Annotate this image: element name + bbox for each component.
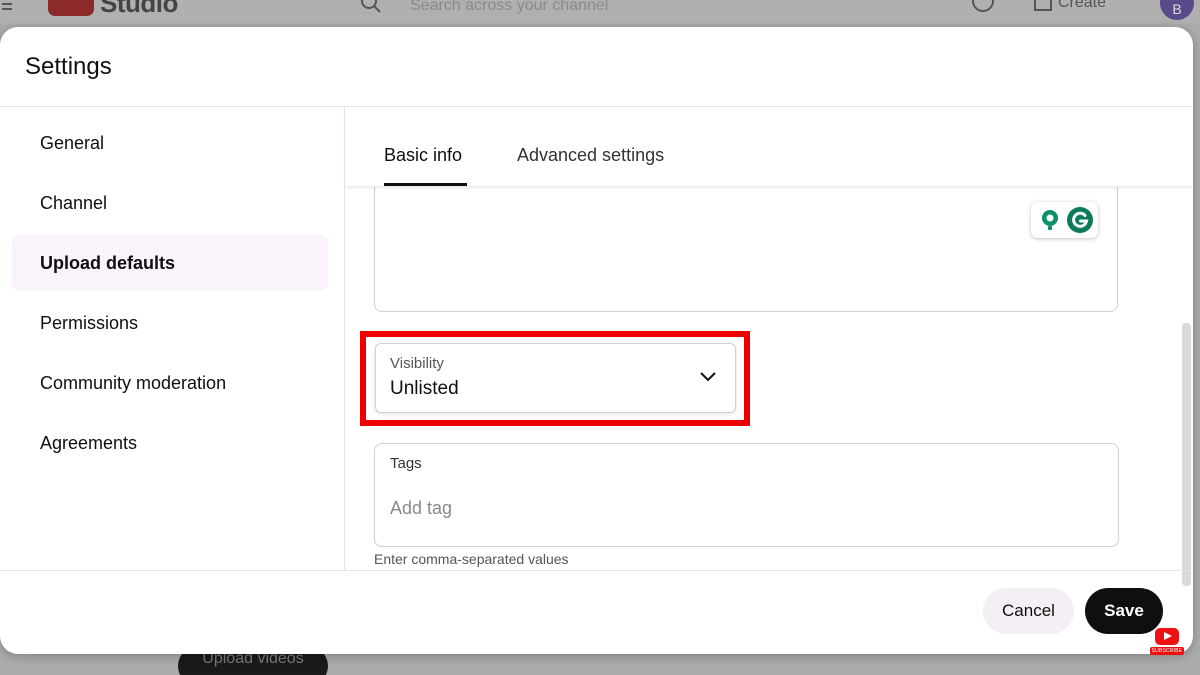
tab-basic-info[interactable]: Basic info [384,145,462,166]
tab-bar: Basic info Advanced settings [345,107,1193,187]
create-video-icon [1034,0,1052,11]
sidebar-item-label: Agreements [40,433,138,453]
visibility-label: Visibility [390,355,444,372]
settings-sidebar: General Channel Upload defaults Permissi… [0,107,345,570]
sidebar-item-label: Community moderation [40,373,227,393]
dialog-header: Settings [0,27,1193,107]
dialog-title: Settings [25,53,112,80]
create-button[interactable]: Create [1034,0,1106,12]
grammarly-icon[interactable] [1066,206,1094,234]
sidebar-item-channel[interactable]: Channel [12,175,328,231]
search-icon[interactable] [360,0,382,14]
background-top-bar: Studio Search across your channel Create… [0,0,1200,24]
tags-hint: Enter comma-separated values [374,551,569,567]
visibility-value: Unlisted [390,378,459,399]
sidebar-item-label: Upload defaults [40,253,176,273]
tags-input[interactable] [390,494,1090,522]
tags-label: Tags [390,455,422,472]
sidebar-item-general[interactable]: General [12,115,328,171]
scrollbar[interactable] [1182,323,1191,586]
help-icon[interactable] [972,0,994,12]
search-input[interactable]: Search across your channel [410,0,608,15]
cancel-button[interactable]: Cancel [983,588,1074,634]
sidebar-item-permissions[interactable]: Permissions [12,295,328,351]
create-button-label: Create [1058,0,1107,11]
sidebar-item-agreements[interactable]: Agreements [12,415,328,471]
lightbulb-icon[interactable] [1039,209,1061,231]
tab-advanced-settings[interactable]: Advanced settings [517,145,664,166]
tags-field: Tags [374,443,1119,547]
youtube-logo-icon [48,0,94,16]
avatar[interactable]: B [1160,0,1194,20]
active-tab-indicator [384,183,467,186]
youtube-play-icon [1155,628,1179,645]
studio-logo[interactable]: Studio [48,0,178,18]
chevron-down-icon [700,372,716,382]
sidebar-item-label: Channel [40,193,108,213]
sidebar-item-upload-defaults[interactable]: Upload defaults [12,235,328,291]
visibility-dropdown[interactable]: Visibility Unlisted [375,343,736,413]
sidebar-item-label: General [40,133,105,153]
grammarly-widget[interactable] [1031,202,1098,238]
settings-dialog: Settings General Channel Upload defaults… [0,27,1193,654]
dialog-footer: Cancel Save [0,570,1193,654]
subscribe-watermark: SUBSCRIBE [1150,628,1184,658]
sidebar-item-community-moderation[interactable]: Community moderation [12,355,328,411]
description-textarea[interactable] [374,167,1118,312]
hamburger-menu-icon[interactable] [0,0,14,14]
subscribe-text: SUBSCRIBE [1150,647,1184,655]
studio-logo-text: Studio [100,0,178,18]
settings-main-panel: Basic info Advanced settings Visibility … [345,107,1193,570]
sidebar-item-label: Permissions [40,313,139,333]
